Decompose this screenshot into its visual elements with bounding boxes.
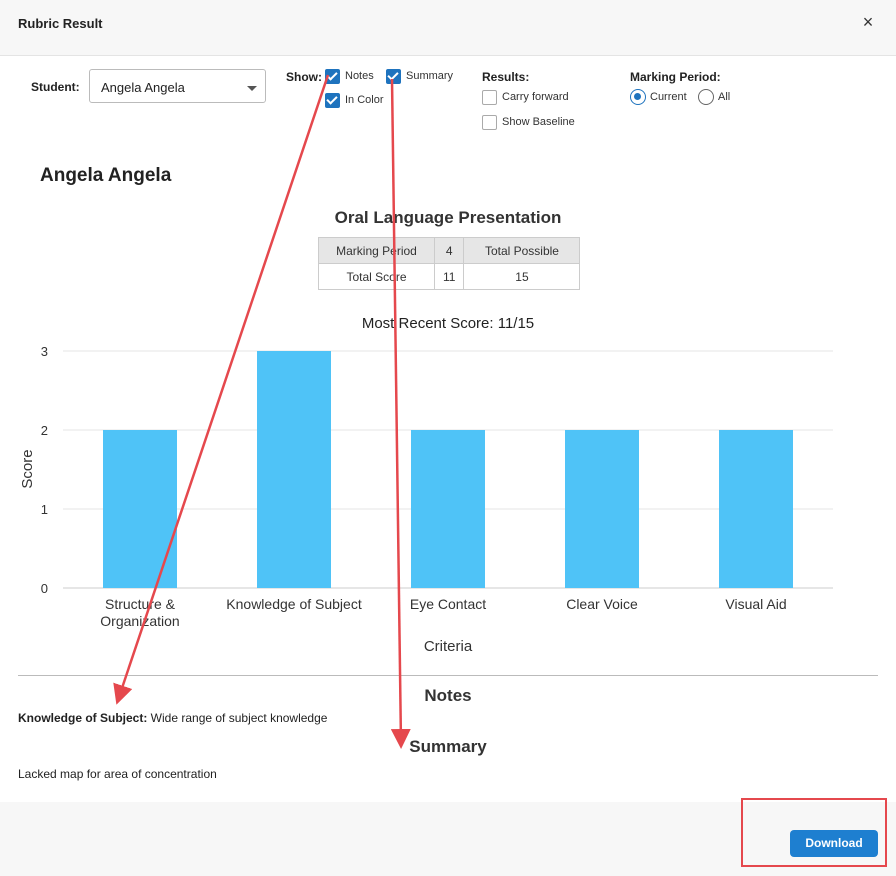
y-tick-label: 2 (41, 423, 48, 438)
table-cell: Marking Period (318, 237, 435, 264)
summary-checkbox[interactable] (386, 69, 401, 84)
all-radio[interactable] (698, 89, 714, 105)
bar (257, 351, 331, 588)
results-label: Results: (482, 70, 530, 84)
current-radio-label: Current (650, 91, 687, 103)
y-tick-label: 3 (41, 344, 48, 359)
dialog-header: Rubric Result × (0, 0, 896, 56)
close-icon[interactable]: × (858, 12, 878, 33)
table-cell: Total Score (318, 263, 435, 290)
summary-title: Summary (409, 737, 487, 756)
all-radio-label: All (718, 91, 731, 103)
carry-forward-label: Carry forward (502, 91, 569, 103)
x-tick-label: Clear Voice (566, 596, 638, 612)
student-select[interactable]: Angela Angela (89, 69, 266, 103)
x-tick-label: Knowledge of Subject (226, 596, 362, 612)
show-baseline-label: Show Baseline (502, 116, 575, 128)
bar (103, 430, 177, 588)
table-row: Total Score 11 15 (318, 263, 581, 290)
table-cell: 4 (433, 237, 465, 264)
score-bar-chart: 0 1 2 3 Structure &Organization Knowledge of … (19, 344, 833, 655)
chevron-down-icon (247, 86, 257, 91)
y-axis-label: Score (19, 449, 36, 488)
student-name-heading: Angela Angela (40, 165, 172, 186)
divider (18, 675, 878, 676)
y-tick-label: 0 (41, 581, 48, 596)
student-select-value: Angela Angela (101, 80, 185, 95)
rubric-result-dialog: Rubric Result × Student: Angela Angela S… (0, 0, 896, 876)
notes-title: Notes (424, 686, 472, 705)
note-criterion: Knowledge of Subject: (18, 711, 148, 725)
x-tick-label: Structure & (105, 596, 176, 612)
x-tick-label: Visual Aid (725, 596, 786, 612)
in-color-checkbox[interactable] (325, 93, 340, 108)
note-item: Knowledge of Subject: Wide range of subj… (18, 711, 327, 725)
x-tick-label: Eye Contact (410, 596, 486, 612)
bar (719, 430, 793, 588)
table-cell: 15 (463, 263, 581, 290)
y-tick-label: 1 (41, 502, 48, 517)
bar (411, 430, 485, 588)
score-summary-table: Marking Period 4 Total Possible Total Sc… (318, 237, 581, 290)
x-tick-label: Organization (100, 613, 179, 629)
summary-checkbox-label: Summary (406, 70, 454, 82)
in-color-checkbox-label: In Color (345, 94, 384, 106)
notes-checkbox[interactable] (325, 69, 340, 84)
rubric-title: Oral Language Presentation (334, 208, 562, 227)
show-label: Show: (286, 70, 322, 84)
marking-period-label: Marking Period: (630, 70, 721, 84)
notes-checkbox-label: Notes (345, 70, 374, 82)
x-axis-label: Criteria (424, 638, 473, 655)
show-baseline-checkbox[interactable] (482, 115, 497, 130)
current-radio[interactable] (630, 89, 646, 105)
annotation-highlight-box (741, 798, 887, 867)
note-text: Wide range of subject knowledge (147, 711, 328, 725)
table-cell: Total Possible (463, 237, 581, 264)
table-row: Marking Period 4 Total Possible (318, 237, 581, 264)
bar (565, 430, 639, 588)
table-cell: 11 (433, 263, 465, 290)
chart-title: Most Recent Score: 11/15 (361, 315, 535, 332)
summary-text: Lacked map for area of concentration (18, 767, 217, 781)
student-label: Student: (31, 80, 80, 94)
dialog-title: Rubric Result (18, 16, 103, 31)
carry-forward-checkbox[interactable] (482, 90, 497, 105)
